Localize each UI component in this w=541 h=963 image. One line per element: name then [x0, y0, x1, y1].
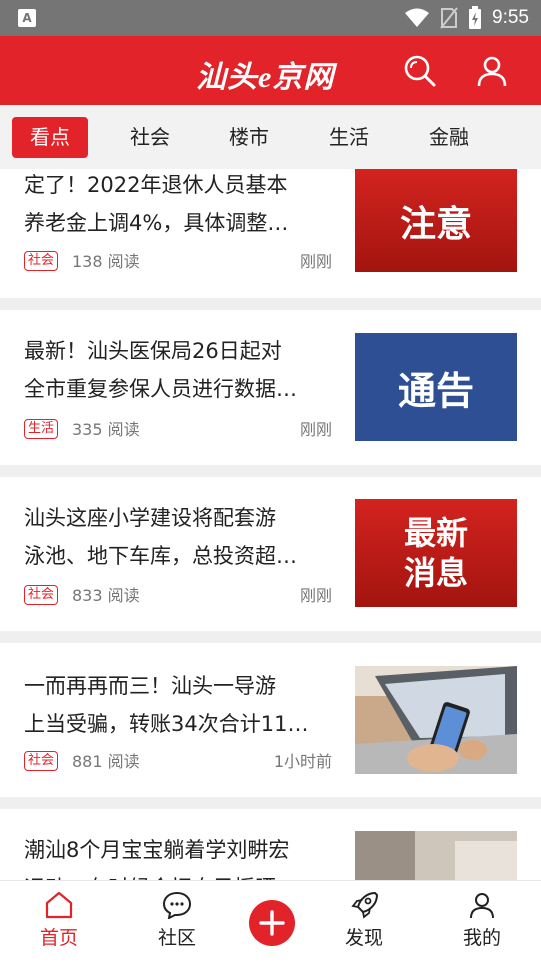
- publish-time: 刚刚: [299, 420, 332, 439]
- tab-shehui[interactable]: 社会: [112, 117, 188, 158]
- clock: 9:55: [492, 7, 529, 28]
- tab-loushi[interactable]: 楼市: [211, 117, 287, 158]
- thumbnail-text: 最新: [403, 514, 468, 552]
- status-bar: A 9:55: [0, 0, 541, 36]
- nav-home[interactable]: 首页: [19, 889, 99, 959]
- chat-icon: [162, 891, 192, 919]
- plus-icon: [259, 910, 285, 936]
- thumbnail-text: 消息: [403, 554, 468, 592]
- notification-icon: A: [18, 9, 36, 27]
- publish-time: 刚刚: [299, 586, 332, 605]
- news-item[interactable]: 一而再再而三！汕头一导游 上当受骗，转账34次合计11… 社会 881 阅读 1…: [0, 643, 541, 797]
- news-thumbnail: [355, 666, 517, 774]
- tab-jinrong[interactable]: 金融: [411, 117, 487, 158]
- news-title: 一而再再而三！汕头一导游: [24, 674, 276, 698]
- nav-community[interactable]: 社区: [137, 889, 217, 959]
- news-title: 最新！汕头医保局26日起对: [24, 339, 282, 363]
- read-count: 335 阅读: [72, 420, 140, 439]
- tab-kandian[interactable]: 看点: [12, 117, 88, 158]
- wifi-icon: [405, 8, 430, 27]
- read-count: 833 阅读: [72, 586, 140, 605]
- news-thumbnail: 通告: [355, 333, 517, 441]
- nav-me[interactable]: 我的: [442, 889, 522, 959]
- tab-shenghuo[interactable]: 生活: [311, 117, 387, 158]
- category-tag: 社会: [24, 585, 59, 605]
- publish-time: 刚刚: [299, 252, 332, 271]
- read-count: 138 阅读: [72, 252, 140, 271]
- news-title: 定了！2022年退休人员基本: [24, 173, 288, 197]
- news-thumbnail: 最新 消息: [355, 499, 517, 607]
- news-title: 全市重复参保人员进行数据…: [24, 377, 297, 401]
- news-meta: 社会 833 阅读 刚刚: [24, 585, 332, 609]
- news-meta: 生活 335 阅读 刚刚: [24, 419, 332, 443]
- news-feed[interactable]: 定了！2022年退休人员基本 养老金上调4%，具体调整… 社会 138 阅读 刚…: [0, 169, 541, 880]
- battery-icon: [469, 6, 482, 29]
- news-thumbnail: 注意: [355, 169, 517, 272]
- user-icon: [477, 56, 507, 87]
- thumbnail-text: 注意: [399, 203, 472, 245]
- read-count: 881 阅读: [72, 752, 140, 771]
- category-tag: 社会: [24, 751, 59, 771]
- category-tag: 生活: [24, 419, 59, 439]
- user-icon: [470, 893, 494, 919]
- profile-button[interactable]: [474, 53, 510, 89]
- thumbnail-text: 通告: [397, 368, 474, 413]
- news-meta: 社会 138 阅读 刚刚: [24, 251, 332, 275]
- nav-label: 社区: [157, 927, 196, 949]
- news-title: 泳池、地下车库，总投资超…: [24, 544, 297, 568]
- nav-discover[interactable]: 发现: [324, 889, 404, 959]
- news-item[interactable]: 最新！汕头医保局26日起对 全市重复参保人员进行数据… 生活 335 阅读 刚刚…: [0, 310, 541, 465]
- news-item[interactable]: 定了！2022年退休人员基本 养老金上调4%，具体调整… 社会 138 阅读 刚…: [0, 169, 541, 298]
- app-logo: 汕头e京网: [196, 61, 335, 94]
- search-icon: [404, 55, 436, 87]
- news-title: 潮汕8个月宝宝躺着学刘畊宏: [24, 838, 290, 862]
- divider: [0, 797, 541, 809]
- divider: [0, 631, 541, 643]
- news-thumbnail: [355, 831, 517, 880]
- no-sim-icon: [440, 7, 458, 29]
- search-button[interactable]: [402, 53, 438, 89]
- news-title: 养老金上调4%，具体调整…: [24, 211, 289, 235]
- divider: [0, 465, 541, 477]
- nav-label: 首页: [39, 927, 78, 949]
- category-tabs: 看点 社会 楼市 生活 金融: [0, 105, 541, 169]
- news-item[interactable]: 潮汕8个月宝宝躺着学刘畊宏 运动，有时候会把自己摇晒: [0, 809, 541, 880]
- news-title: 汕头这座小学建设将配套游: [24, 506, 276, 530]
- status-icons: 9:55: [404, 6, 529, 30]
- news-item[interactable]: 汕头这座小学建设将配套游 泳池、地下车库，总投资超… 社会 833 阅读 刚刚 …: [0, 477, 541, 631]
- app-header: 汕头e京网: [0, 36, 541, 105]
- home-icon: [45, 891, 73, 919]
- publish-time: 1小时前: [273, 752, 332, 771]
- news-title: 上当受骗，转账34次合计11…: [24, 712, 309, 736]
- baby-photo: [355, 831, 517, 880]
- category-tag: 社会: [24, 251, 59, 271]
- news-meta: 社会 881 阅读 1小时前: [24, 751, 332, 775]
- nav-label: 发现: [344, 927, 383, 949]
- phone-laptop-photo: [355, 666, 517, 774]
- rocket-icon: [351, 891, 379, 919]
- publish-button[interactable]: [249, 900, 295, 946]
- nav-label: 我的: [462, 927, 501, 949]
- divider: [0, 298, 541, 310]
- news-title: 运动，有时候会把自己摇晒: [24, 869, 339, 880]
- bottom-navigation: 首页 社区 发现 我的: [0, 880, 541, 963]
